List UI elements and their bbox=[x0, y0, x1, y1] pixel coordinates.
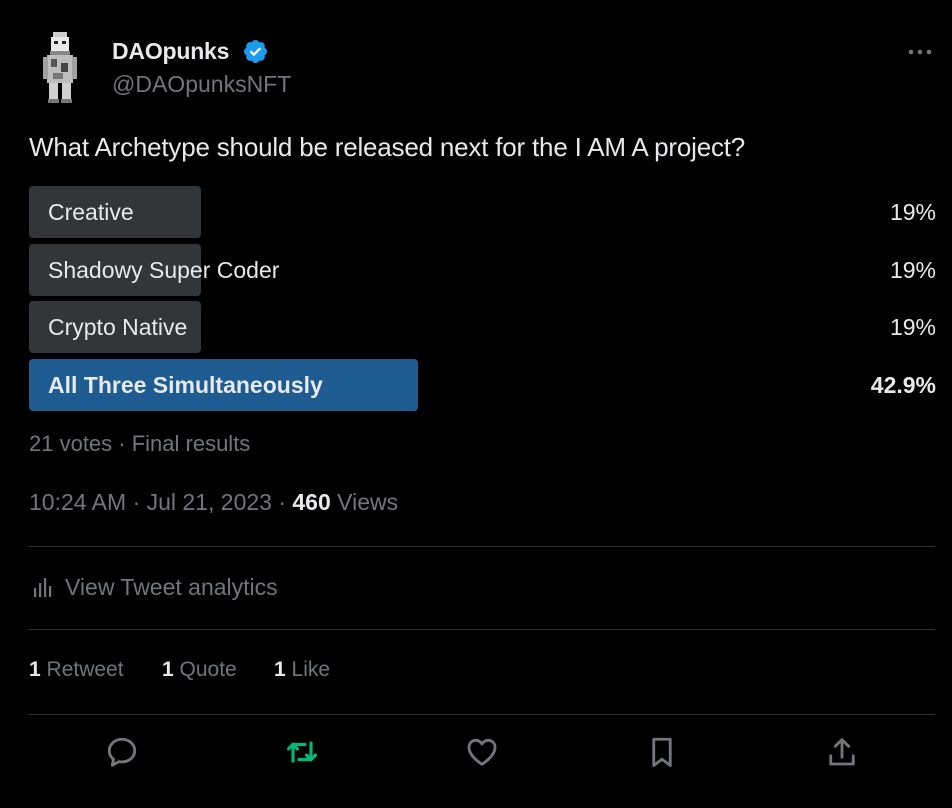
likes-label: Like bbox=[291, 658, 331, 681]
heart-icon[interactable] bbox=[464, 734, 500, 770]
poll-option-label: Creative bbox=[48, 199, 134, 225]
retweets-label: Retweet bbox=[46, 658, 124, 681]
poll-summary: 21 votes · Final results bbox=[29, 431, 251, 456]
author-handle[interactable]: @DAOpunksNFT bbox=[112, 71, 291, 98]
likes-stat[interactable]: 1 Like bbox=[274, 658, 330, 682]
poll-option-label: Crypto Native bbox=[48, 314, 188, 340]
divider bbox=[29, 629, 935, 630]
views-count: 460 bbox=[292, 489, 331, 515]
more-options-icon[interactable] bbox=[905, 42, 935, 62]
poll-option-shadowy-super-coder: Shadowy Super Coder 19% bbox=[29, 244, 936, 296]
likes-count: 1 bbox=[274, 658, 286, 681]
analytics-label: View Tweet analytics bbox=[65, 573, 278, 600]
divider bbox=[29, 546, 935, 547]
quotes-stat[interactable]: 1 Quote bbox=[162, 658, 237, 682]
poll-option-percent: 19% bbox=[889, 257, 936, 283]
poll-option-percent: 19% bbox=[889, 314, 936, 340]
bookmark-icon[interactable] bbox=[644, 734, 680, 770]
tweet-time-date[interactable]: 10:24 AM · Jul 21, 2023 · bbox=[29, 489, 292, 515]
poll-option-all-three: All Three Simultaneously 42.9% bbox=[29, 359, 936, 411]
reply-icon[interactable] bbox=[104, 734, 140, 770]
poll-option-creative: Creative 19% bbox=[29, 186, 936, 238]
poll-option-percent: 42.9% bbox=[870, 372, 936, 398]
poll-option-label: All Three Simultaneously bbox=[48, 372, 323, 398]
divider bbox=[29, 714, 935, 715]
quotes-label: Quote bbox=[179, 658, 237, 681]
poll-option-label: Shadowy Super Coder bbox=[48, 257, 280, 283]
avatar[interactable] bbox=[28, 30, 92, 106]
tweet-text: What Archetype should be released next f… bbox=[29, 132, 746, 162]
analytics-icon bbox=[34, 578, 52, 597]
view-tweet-analytics-link[interactable]: View Tweet analytics bbox=[31, 572, 278, 602]
retweet-icon[interactable] bbox=[284, 734, 320, 770]
tweet-timestamp: 10:24 AM · Jul 21, 2023 · 460 Views bbox=[29, 489, 398, 516]
author-name[interactable]: DAOpunks bbox=[112, 38, 229, 65]
tweet-detail: DAOpunks @DAOpunksNFT What Archetype sho… bbox=[0, 0, 952, 808]
poll-option-crypto-native: Crypto Native 19% bbox=[29, 301, 936, 353]
views-label: Views bbox=[330, 489, 399, 515]
quotes-count: 1 bbox=[162, 658, 174, 681]
retweets-stat[interactable]: 1 Retweet bbox=[29, 658, 124, 682]
share-icon[interactable] bbox=[824, 734, 860, 770]
retweets-count: 1 bbox=[29, 658, 41, 681]
verified-badge-icon[interactable] bbox=[242, 38, 269, 65]
poll-option-percent: 19% bbox=[889, 199, 936, 225]
